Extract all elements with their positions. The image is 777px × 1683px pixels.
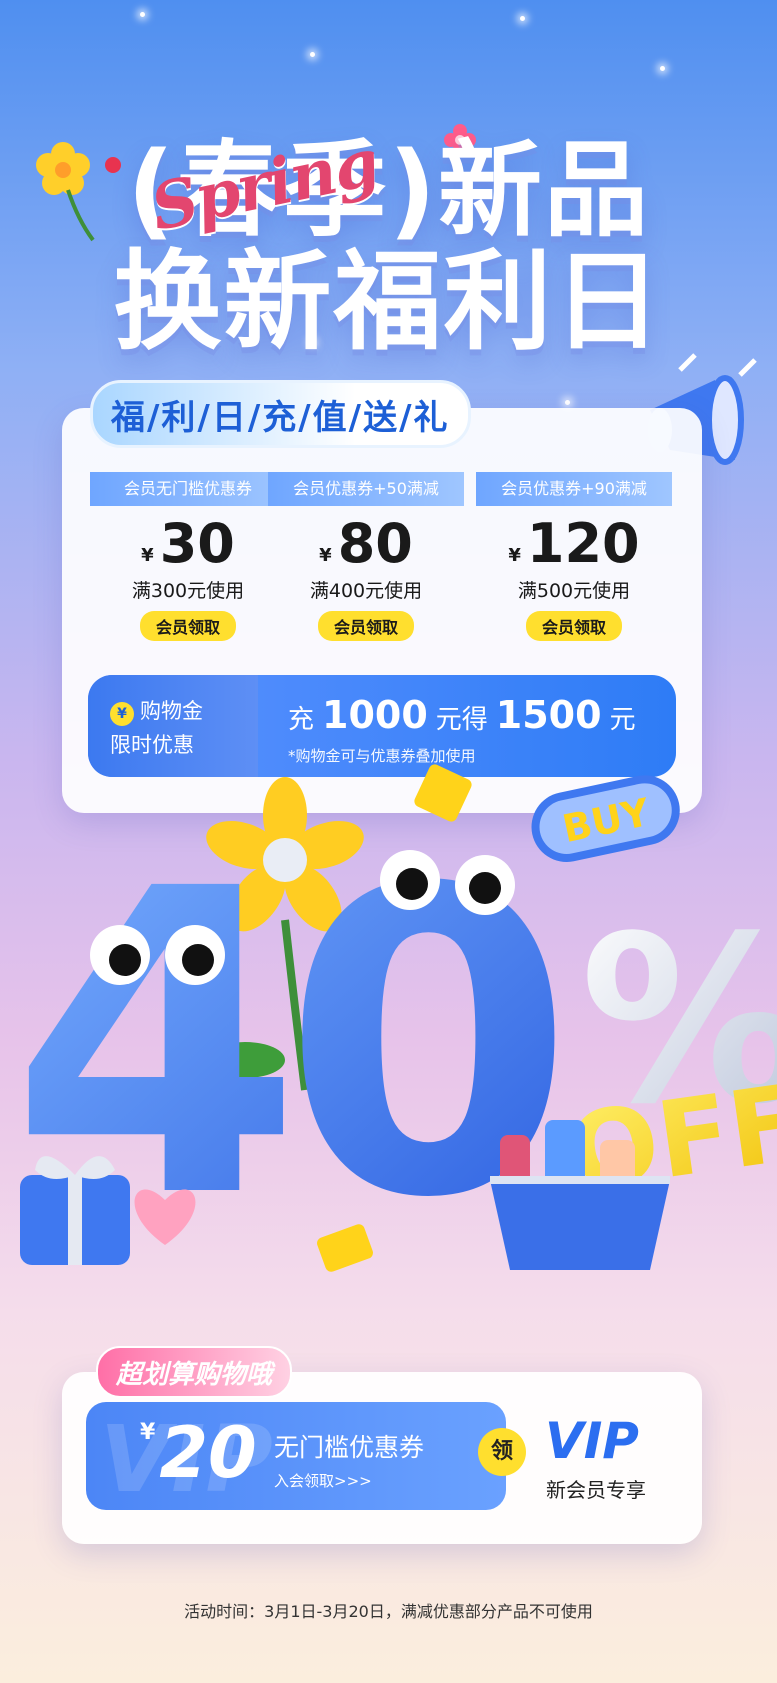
activity-time-note: 活动时间：3月1日-3月20日，满减优惠部分产品不可使用 <box>184 1602 593 1621</box>
recharge-offer: 充 1000 元得 1500 元 <box>288 693 636 737</box>
sparkle-icon <box>660 66 665 71</box>
recharge-label-line1: ¥ 购物金 <box>110 695 203 726</box>
vip-coupon-block[interactable]: VIP ¥20 无门槛优惠券 入会领取>>> <box>86 1402 506 1510</box>
vip-coupon-amount: ¥20 <box>140 1412 257 1494</box>
recharge-label-line2: 限时优惠 <box>110 733 194 757</box>
sparkle-icon <box>310 52 315 57</box>
coupon-claim-button[interactable]: 会员领取 <box>525 611 622 641</box>
sparkle-icon <box>520 16 525 21</box>
claim-button[interactable]: 领 <box>478 1428 526 1476</box>
sparkle-icon <box>140 12 145 17</box>
coupon-amount: ¥80 <box>319 512 413 575</box>
title-line-2: 换新福利日 <box>113 240 664 365</box>
promo-illustration: BUY 40 % OFF <box>10 764 777 1290</box>
vip-join-link[interactable]: 入会领取>>> <box>274 1470 372 1491</box>
vip-title: VIP <box>545 1412 639 1470</box>
coupon-card: 会员优惠券+90满减 ¥120 满500元使用 会员领取 <box>476 472 672 650</box>
coupon-condition: 满500元使用 <box>517 580 631 602</box>
coupon-card: 会员优惠券+50满减 ¥80 满400元使用 会员领取 <box>268 472 464 650</box>
coupon-claim-button[interactable]: 会员领取 <box>139 611 236 641</box>
benefit-tag: 福/利/日/充/值/送/礼 <box>90 380 471 448</box>
coupon-condition: 满300元使用 <box>131 580 245 602</box>
coupon-claim-button[interactable]: 会员领取 <box>317 611 414 641</box>
vip-subtitle: 新会员专享 <box>546 1478 646 1502</box>
sparkle-icon <box>565 400 570 405</box>
coupon-header: 会员优惠券+90满减 <box>476 472 672 506</box>
bottom-tag: 超划算购物哦 <box>96 1346 293 1398</box>
coupon-amount: ¥30 <box>141 512 235 575</box>
coupon-card: 会员无门槛优惠券 ¥30 满300元使用 会员领取 <box>90 472 286 650</box>
coupon-header: 会员优惠券+50满减 <box>268 472 464 506</box>
vip-coupon-desc: 无门槛优惠券 <box>274 1433 425 1462</box>
coin-icon: ¥ <box>110 702 134 726</box>
coupon-header: 会员无门槛优惠券 <box>90 472 286 506</box>
coupon-amount: ¥120 <box>508 512 640 575</box>
coupon-condition: 满400元使用 <box>309 580 423 602</box>
